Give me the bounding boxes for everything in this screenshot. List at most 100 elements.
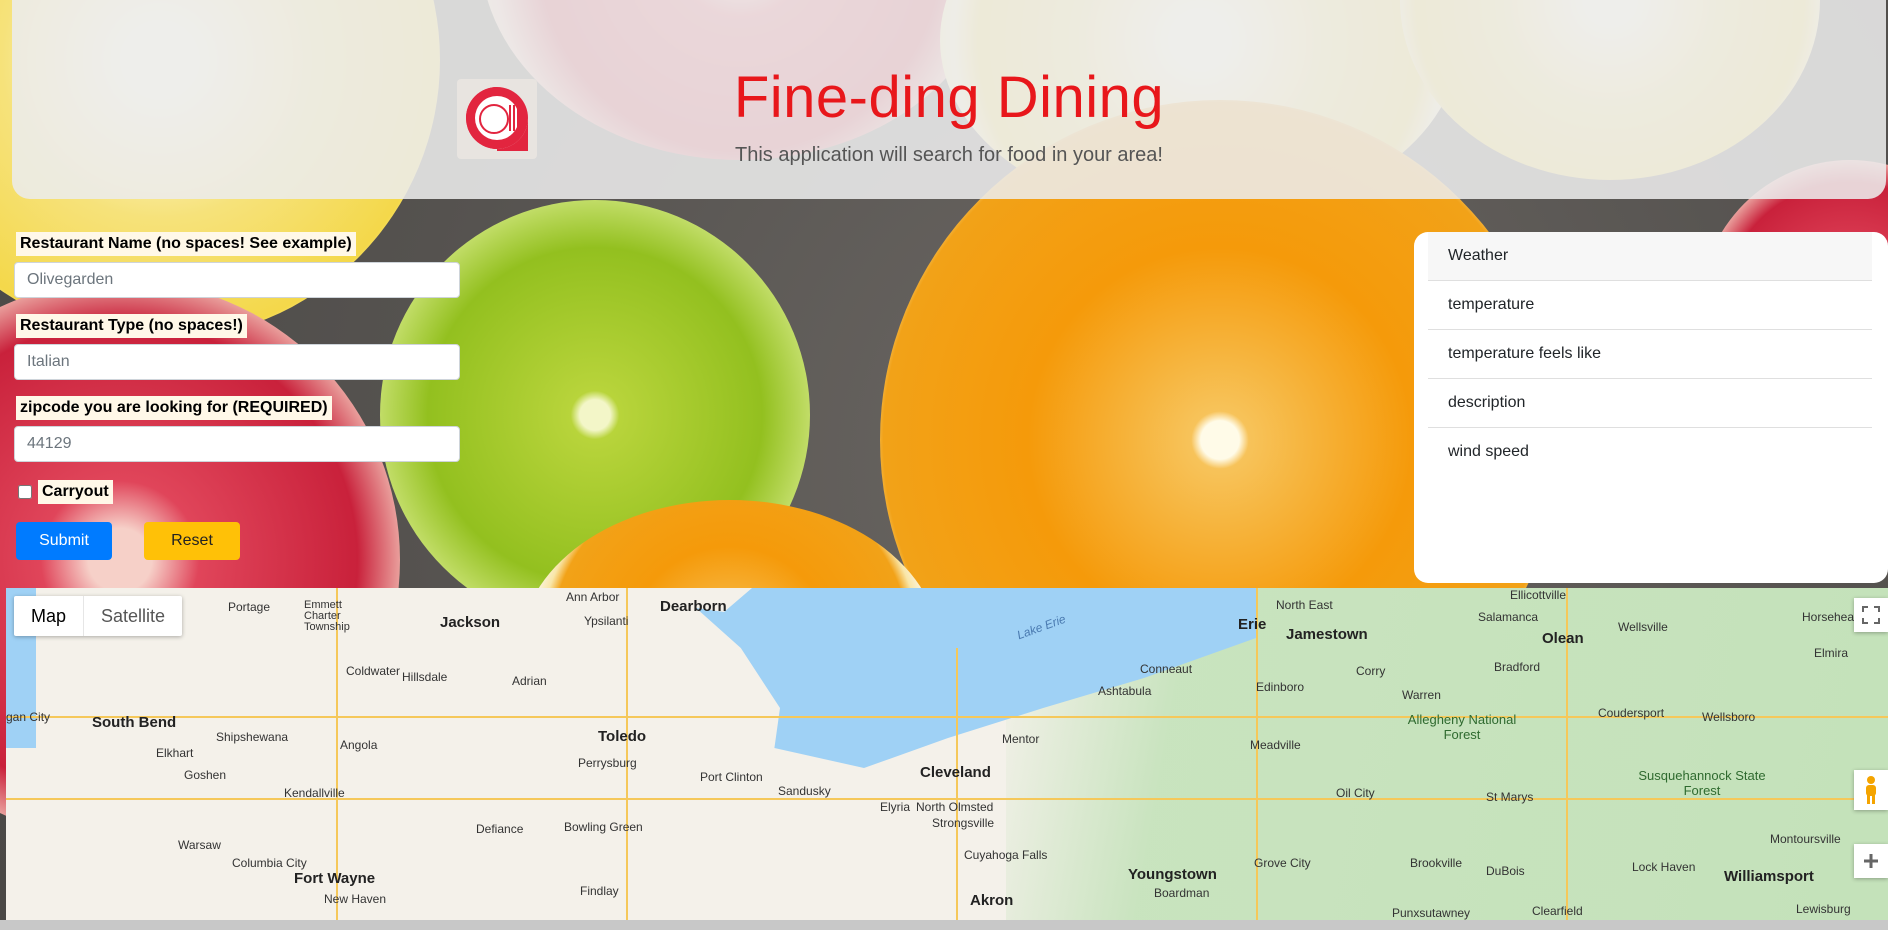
weather-wind-speed: wind speed bbox=[1448, 443, 1529, 460]
zipcode-label: zipcode you are looking for (REQUIRED) bbox=[16, 396, 332, 420]
map-city-meadville: Meadville bbox=[1250, 738, 1301, 752]
allegheny-forest-label: Allegheny National Forest bbox=[1407, 712, 1517, 742]
map-city-wellsboro: Wellsboro bbox=[1702, 710, 1756, 724]
map-city-coudersport: Coudersport bbox=[1598, 706, 1665, 720]
map-city-lock-haven: Lock Haven bbox=[1632, 860, 1696, 874]
map-city-port-clinton: Port Clinton bbox=[700, 770, 763, 784]
map-city-goshen: Goshen bbox=[184, 768, 227, 782]
map-city-cleveland: Cleveland bbox=[920, 764, 991, 781]
map-city-elyria: Elyria bbox=[880, 800, 911, 814]
map-city-coldwater: Coldwater bbox=[346, 664, 401, 678]
map-city-conneaut: Conneaut bbox=[1140, 662, 1193, 676]
map-city-portage: Portage bbox=[228, 600, 271, 614]
header-panel: Fine-ding Dining This application will s… bbox=[12, 0, 1886, 199]
map-city-fort-wayne: Fort Wayne bbox=[294, 870, 376, 887]
map-city-clearfield: Clearfield bbox=[1532, 904, 1583, 918]
map-city-hillsdale: Hillsdale bbox=[402, 670, 448, 684]
street-view-pegman-icon[interactable] bbox=[1854, 770, 1888, 810]
submit-button[interactable]: Submit bbox=[16, 522, 112, 560]
map-city-strongsville: Strongsville bbox=[932, 816, 995, 830]
map-city-ashtabula: Ashtabula bbox=[1098, 684, 1152, 698]
map-type-control: Map Satellite bbox=[14, 596, 183, 636]
map-city-wellsville: Wellsville bbox=[1618, 620, 1668, 634]
highway bbox=[1256, 588, 1258, 920]
map-city-new-haven: New Haven bbox=[324, 892, 387, 906]
zoom-in-icon[interactable] bbox=[1854, 844, 1888, 878]
map-city-montoursville: Montoursville bbox=[1770, 832, 1841, 846]
highway bbox=[626, 588, 628, 920]
map-city-findlay: Findlay bbox=[580, 884, 619, 898]
weather-heading: Weather bbox=[1428, 232, 1872, 281]
map-view[interactable]: Map Satellite Lake Erie Cleveland Toledo… bbox=[6, 588, 1888, 920]
restaurant-type-input[interactable] bbox=[14, 344, 460, 380]
map-city-jamestown: Jamestown bbox=[1286, 626, 1368, 643]
map-city-lewisburg: Lewisburg bbox=[1796, 902, 1851, 916]
map-city-emmett-township: Emmett Charter Township bbox=[304, 599, 350, 633]
restaurant-name-input[interactable] bbox=[14, 262, 460, 298]
restaurant-name-label: Restaurant Name (no spaces! See example) bbox=[16, 232, 356, 256]
satellite-tab[interactable]: Satellite bbox=[83, 596, 182, 636]
weather-description: description bbox=[1428, 379, 1872, 428]
map-city-corry: Corry bbox=[1356, 664, 1386, 678]
map-city-perrysburg: Perrysburg bbox=[578, 756, 637, 770]
map-city-north-olmsted: North Olmsted bbox=[916, 800, 994, 814]
map-city-bradford: Bradford bbox=[1494, 660, 1541, 674]
map-city-punxsutawney: Punxsutawney bbox=[1392, 906, 1471, 920]
weather-panel: Weather temperature temperature feels li… bbox=[1414, 232, 1888, 583]
restaurant-type-label: Restaurant Type (no spaces!) bbox=[16, 314, 247, 338]
map-city-toledo: Toledo bbox=[598, 728, 647, 745]
map-city-columbia-city: Columbia City bbox=[232, 856, 307, 870]
map-city-dubois: DuBois bbox=[1486, 864, 1525, 878]
map-city-st-marys: St Marys bbox=[1486, 790, 1534, 804]
map-city-south-bend: South Bend bbox=[92, 714, 177, 731]
susquehannock-forest-label: Susquehannock State Forest bbox=[1638, 768, 1766, 798]
highway bbox=[956, 648, 958, 920]
map-city-brookville: Brookville bbox=[1410, 856, 1463, 870]
map-city-grove-city: Grove City bbox=[1254, 856, 1311, 870]
map-city-youngstown: Youngstown bbox=[1128, 866, 1217, 883]
map-city-boardman: Boardman bbox=[1154, 886, 1210, 900]
map-city-erie: Erie bbox=[1238, 616, 1267, 633]
zipcode-input[interactable] bbox=[14, 426, 460, 462]
map-city-ann-arbor: Ann Arbor bbox=[566, 590, 620, 604]
map-city-warsaw: Warsaw bbox=[178, 838, 221, 852]
map-city-sandusky: Sandusky bbox=[778, 784, 831, 798]
map-city-shipshewana: Shipshewana bbox=[216, 730, 289, 744]
form-buttons: Submit Reset bbox=[14, 522, 462, 560]
weather-feels-like: temperature feels like bbox=[1428, 330, 1872, 379]
map-city-jackson: Jackson bbox=[440, 614, 501, 631]
map-city-salamanca: Salamanca bbox=[1478, 610, 1539, 624]
map-city-warren: Warren bbox=[1402, 688, 1441, 702]
map-city-partial: gan City bbox=[6, 710, 51, 724]
carryout-row: Carryout bbox=[14, 480, 462, 504]
map-city-elmira: Elmira bbox=[1814, 646, 1849, 660]
map-tab[interactable]: Map bbox=[14, 596, 83, 636]
map-city-ypsilanti: Ypsilanti bbox=[584, 614, 629, 628]
map-city-olean: Olean bbox=[1542, 630, 1584, 647]
map-city-mentor: Mentor bbox=[1002, 732, 1040, 746]
map-city-akron: Akron bbox=[970, 892, 1014, 909]
reset-button[interactable]: Reset bbox=[144, 522, 240, 560]
search-form: Restaurant Name (no spaces! See example)… bbox=[14, 232, 462, 560]
map-city-williamsport: Williamsport bbox=[1724, 868, 1814, 885]
map-city-bowling-green: Bowling Green bbox=[564, 820, 643, 834]
map-city-dearborn: Dearborn bbox=[660, 598, 727, 615]
map-city-defiance: Defiance bbox=[476, 822, 524, 836]
horizontal-scrollbar[interactable] bbox=[0, 920, 1888, 930]
weather-temperature: temperature bbox=[1428, 281, 1872, 330]
map-city-cuyahoga-falls: Cuyahoga Falls bbox=[964, 848, 1048, 862]
map-city-adrian: Adrian bbox=[512, 674, 547, 688]
map-city-elkhart: Elkhart bbox=[156, 746, 194, 760]
map-city-angola: Angola bbox=[340, 738, 378, 752]
carryout-checkbox[interactable] bbox=[18, 485, 32, 499]
page-subtitle: This application will search for food in… bbox=[735, 144, 1163, 166]
page-title: Fine-ding Dining bbox=[733, 65, 1165, 130]
map-city-edinboro: Edinboro bbox=[1256, 680, 1305, 694]
carryout-label: Carryout bbox=[38, 480, 113, 504]
map-city-north-east: North East bbox=[1276, 598, 1333, 612]
map-city-oil-city: Oil City bbox=[1336, 786, 1375, 800]
fullscreen-icon[interactable] bbox=[1854, 598, 1888, 632]
map-city-kendallville: Kendallville bbox=[284, 786, 345, 800]
map-city-ellicottville: Ellicottville bbox=[1510, 588, 1567, 602]
weather-list: Weather temperature temperature feels li… bbox=[1414, 232, 1888, 476]
